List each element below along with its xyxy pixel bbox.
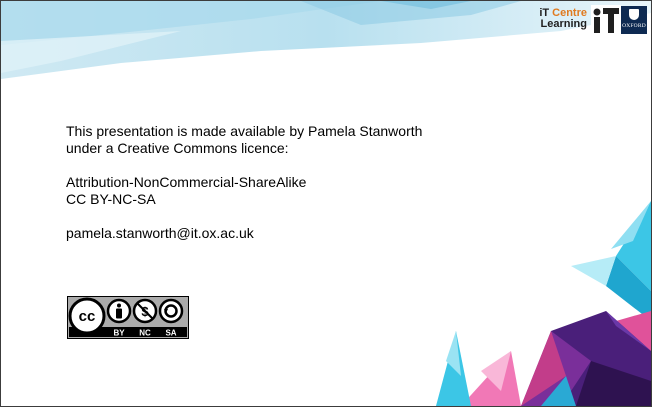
it-learning-centre-logo: iT Centre Learning OXFORD [531, 5, 649, 35]
intro-line-1: This presentation is made available by P… [66, 123, 423, 139]
creative-commons-badge-icon: cc $ BY NC SA [67, 296, 189, 339]
crystal-decoration [436, 201, 651, 406]
intro-line-2: under a Creative Commons licence: [66, 140, 289, 156]
it-services-icon [591, 5, 621, 35]
logo-learning-text: Learning [540, 18, 587, 30]
cc-text: cc [79, 308, 96, 325]
logo-wordmark: iT Centre Learning [531, 8, 587, 30]
licence-name: Attribution-NonCommercial-ShareAlike [66, 174, 307, 190]
by-label: BY [113, 329, 125, 338]
oxford-crest-icon: OXFORD [621, 6, 647, 34]
sa-label: SA [165, 329, 176, 338]
nc-label: NC [139, 329, 151, 338]
slide: iT Centre Learning OXFORD This presentat… [0, 0, 652, 407]
oxford-text: OXFORD [622, 23, 646, 29]
